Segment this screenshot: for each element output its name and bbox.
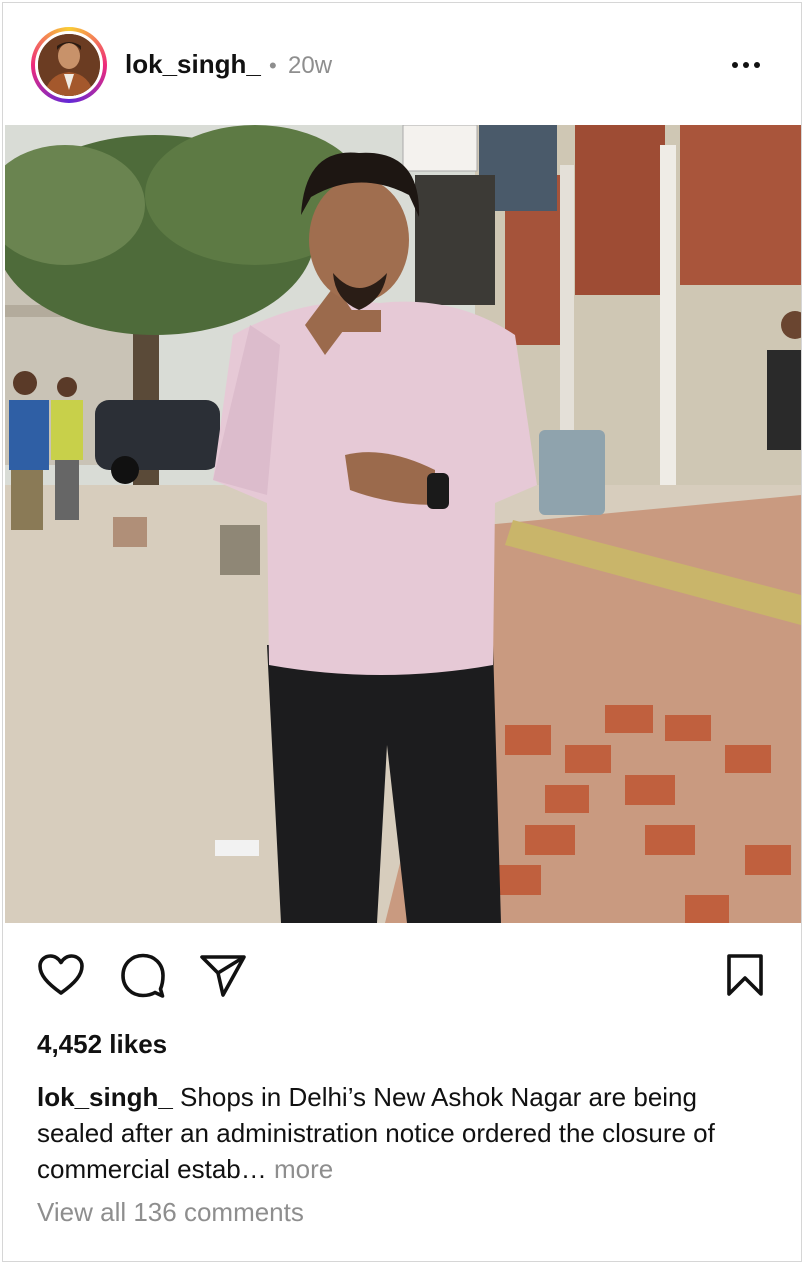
separator-dot: • <box>269 53 277 78</box>
bookmark-icon <box>727 954 763 996</box>
likes-count[interactable]: 4,452 likes <box>37 1029 167 1060</box>
caption-more-link[interactable]: more <box>267 1154 333 1184</box>
more-options-button[interactable] <box>721 47 771 83</box>
post-age: 20w <box>288 52 333 79</box>
share-button[interactable] <box>199 951 247 999</box>
post-header: lok_singh_ • 20w <box>3 3 801 125</box>
post-username[interactable]: lok_singh_ <box>125 49 261 80</box>
avatar-image <box>35 31 103 99</box>
like-button[interactable] <box>37 951 85 999</box>
save-button[interactable] <box>721 951 769 999</box>
heart-icon <box>38 954 84 995</box>
send-icon <box>200 955 246 997</box>
comment-button[interactable] <box>119 951 167 999</box>
avatar[interactable] <box>31 27 107 103</box>
post-caption: lok_singh_ Shops in Delhi’s New Ashok Na… <box>37 1079 777 1187</box>
more-horizontal-icon <box>732 62 738 68</box>
caption-username[interactable]: lok_singh_ <box>37 1082 173 1112</box>
view-comments-link[interactable]: View all 136 comments <box>37 1197 304 1228</box>
post-actions <box>3 923 801 1023</box>
comment-icon <box>121 953 165 998</box>
post-image[interactable] <box>5 125 801 923</box>
post-card: lok_singh_ • 20w 4,452 likes lok_singh_ … <box>2 2 802 1262</box>
